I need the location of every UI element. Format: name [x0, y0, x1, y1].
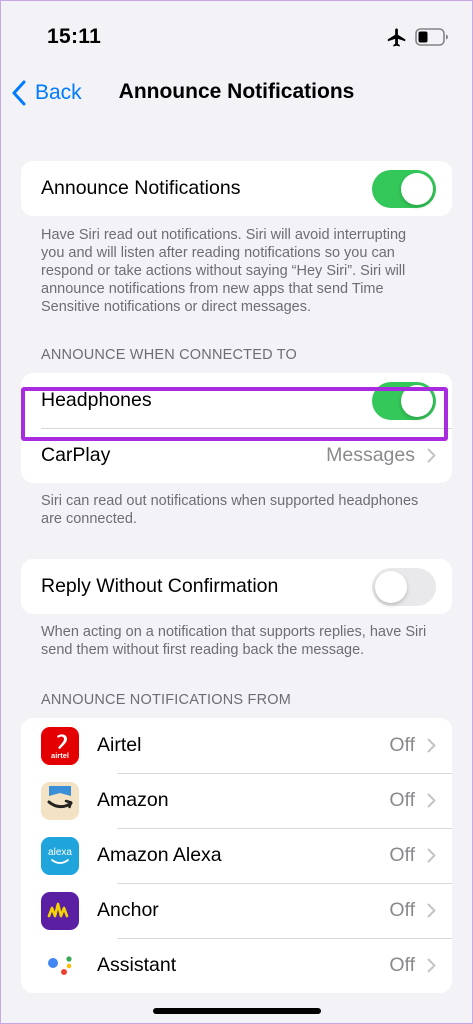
- apps-group: airtel Airtel Off Amazon Off alexa Amazo…: [21, 718, 452, 993]
- chevron-right-icon: [427, 448, 436, 463]
- announce-notifications-label: Announce Notifications: [41, 177, 241, 199]
- app-row-amazon-alexa[interactable]: alexa Amazon Alexa Off: [21, 828, 452, 883]
- settings-content: Announce Notifications Have Siri read ou…: [1, 161, 472, 993]
- chevron-right-icon: [427, 848, 436, 863]
- chevron-right-icon: [427, 738, 436, 753]
- headphones-label: Headphones: [41, 389, 152, 411]
- chevron-right-icon: [427, 793, 436, 808]
- app-name: Anchor: [97, 899, 159, 921]
- app-name: Airtel: [97, 734, 142, 756]
- status-bar: 15:11: [1, 1, 472, 71]
- reply-without-confirmation-label: Reply Without Confirmation: [41, 575, 279, 597]
- page-title-text: Announce Notifications: [118, 80, 355, 103]
- headphones-toggle[interactable]: [372, 381, 436, 420]
- app-name: Amazon: [97, 789, 169, 811]
- connected-section-header: ANNOUNCE WHEN CONNECTED TO: [41, 347, 298, 363]
- chevron-right-icon: [427, 903, 436, 918]
- announce-footer: Have Siri read out notifications. Siri w…: [41, 227, 407, 315]
- app-row-assistant[interactable]: Assistant Off: [21, 938, 452, 993]
- app-row-anchor[interactable]: Anchor Off: [21, 883, 452, 938]
- screen: 15:11 Back Announce Notifications Announ…: [0, 0, 473, 1024]
- headphones-row: Headphones: [21, 373, 452, 428]
- announce-group: Announce Notifications: [21, 161, 452, 216]
- home-indicator: [152, 1008, 321, 1014]
- status-time: 15:11: [47, 25, 102, 48]
- app-value: Off: [389, 789, 415, 811]
- airplane-mode-icon: [387, 28, 406, 47]
- alexa-icon: alexa: [41, 836, 79, 875]
- svg-text:alexa: alexa: [48, 847, 72, 858]
- connected-group: Headphones CarPlay Messages: [21, 373, 452, 483]
- reply-without-confirmation-toggle[interactable]: [372, 567, 436, 606]
- app-name: Assistant: [97, 954, 177, 976]
- reply-footer: When acting on a notification that suppo…: [41, 624, 427, 658]
- airtel-icon: airtel: [41, 726, 79, 765]
- app-name: Amazon Alexa: [97, 844, 222, 866]
- reply-group: Reply Without Confirmation: [21, 559, 452, 614]
- announce-notifications-toggle[interactable]: [372, 169, 436, 208]
- navigation-bar: Back Announce Notifications: [1, 71, 472, 115]
- app-value: Off: [389, 899, 415, 921]
- carplay-label: CarPlay: [41, 444, 111, 466]
- apps-section-header: ANNOUNCE NOTIFICATIONS FROM: [41, 692, 292, 708]
- app-row-airtel[interactable]: airtel Airtel Off: [21, 718, 452, 773]
- app-row-amazon[interactable]: Amazon Off: [21, 773, 452, 828]
- app-value: Off: [389, 734, 415, 756]
- announce-notifications-row: Announce Notifications: [21, 161, 452, 216]
- reply-without-confirmation-row: Reply Without Confirmation: [21, 559, 452, 614]
- battery-icon: [415, 28, 448, 46]
- amazon-icon: [41, 781, 79, 820]
- connected-footer: Siri can read out notifications when sup…: [41, 493, 419, 527]
- anchor-icon: [41, 891, 79, 930]
- google-assistant-icon: [41, 946, 79, 985]
- svg-text:airtel: airtel: [51, 751, 69, 760]
- carplay-value: Messages: [326, 444, 415, 466]
- page-title: Announce Notifications: [1, 80, 472, 104]
- carplay-row[interactable]: CarPlay Messages: [21, 428, 452, 483]
- chevron-right-icon: [427, 958, 436, 973]
- app-value: Off: [389, 954, 415, 976]
- app-value: Off: [389, 844, 415, 866]
